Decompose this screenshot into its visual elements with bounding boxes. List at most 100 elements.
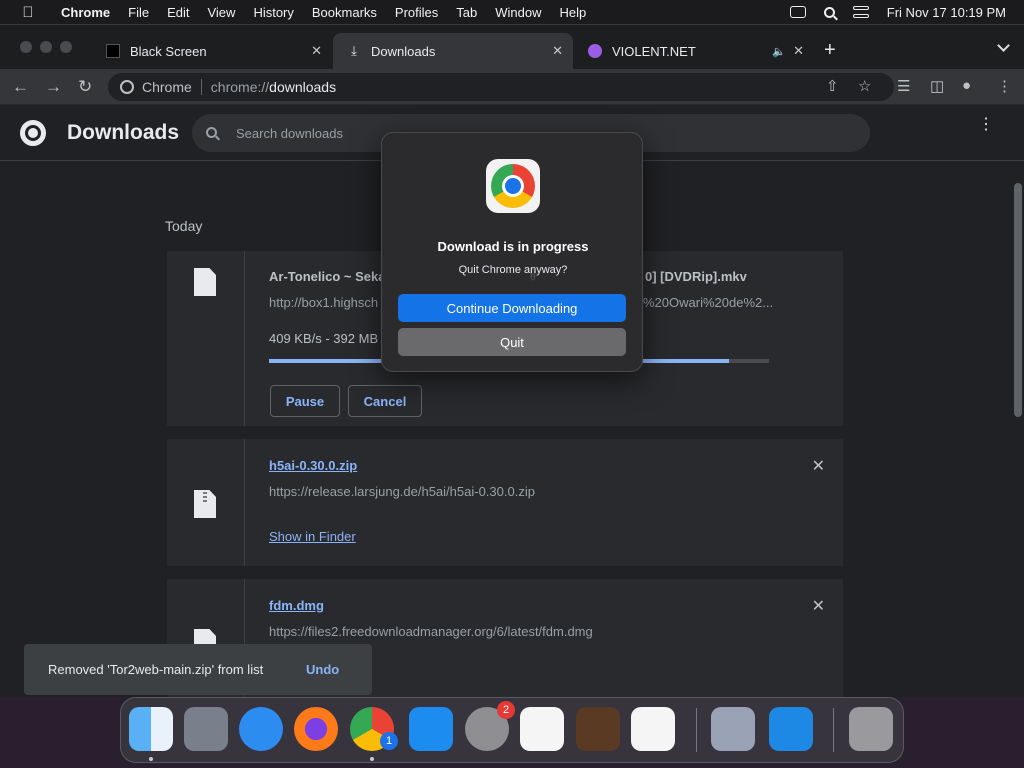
tab-black-screen[interactable]: Black Screen ✕ <box>92 33 332 69</box>
tab-title: Black Screen <box>130 43 207 59</box>
continue-downloading-button[interactable]: Continue Downloading <box>398 294 626 322</box>
cancel-button[interactable]: Cancel <box>348 385 422 417</box>
file-url: http://box1.highsch <box>269 295 379 310</box>
garageband-icon[interactable] <box>576 707 620 751</box>
migration-assistant-icon[interactable] <box>769 707 813 751</box>
profile-avatar-icon[interactable]: ● <box>962 77 971 94</box>
file-icon-column <box>167 251 245 426</box>
menu-clock[interactable]: Fri Nov 17 10:19 PM <box>887 5 1006 20</box>
pause-button[interactable]: Pause <box>270 385 340 417</box>
running-indicator <box>149 757 153 761</box>
menu-profiles[interactable]: Profiles <box>386 5 447 20</box>
removed-toast: Removed 'Tor2web-main.zip' from list Und… <box>24 644 372 695</box>
tab-title: Downloads <box>371 43 436 59</box>
remove-item-close-icon[interactable]: ✕ <box>812 596 825 616</box>
chrome-badge: 1 <box>380 732 398 750</box>
window-controls <box>20 41 72 53</box>
quit-button[interactable]: Quit <box>398 328 626 356</box>
file-name-link[interactable]: fdm.dmg <box>269 598 324 613</box>
speaker-icon[interactable]: 🔈 <box>772 45 786 58</box>
remove-item-close-icon[interactable]: ✕ <box>812 456 825 476</box>
system-preferences-icon[interactable] <box>711 707 755 751</box>
file-url: https://release.larsjung.de/h5ai/h5ai-0.… <box>269 484 535 499</box>
textedit-icon[interactable] <box>520 707 564 751</box>
tab-title: VIOLENT.NET <box>612 43 696 59</box>
firefox-icon[interactable] <box>294 707 338 751</box>
menu-help[interactable]: Help <box>551 5 596 20</box>
menu-file[interactable]: File <box>119 5 158 20</box>
file-name-link[interactable]: h5ai-0.30.0.zip <box>269 458 357 473</box>
tab-downloads[interactable]: ⤓ Downloads ✕ <box>333 33 573 69</box>
file-icon <box>194 268 216 296</box>
new-tab-plus-icon[interactable]: + <box>824 39 836 62</box>
spotlight-search-icon[interactable] <box>823 6 835 18</box>
file-name: Ar-Tonelico ~ Seka <box>269 269 386 284</box>
app-store-icon[interactable] <box>409 707 453 751</box>
share-icon[interactable]: ⇧ <box>826 77 839 95</box>
reading-list-icon[interactable]: ☰ <box>897 77 910 95</box>
launchpad-icon[interactable] <box>184 707 228 751</box>
menu-app-name[interactable]: Chrome <box>52 5 119 20</box>
dock-separator <box>696 708 697 752</box>
close-tab-icon[interactable]: ✕ <box>552 43 563 59</box>
search-icon <box>206 127 217 138</box>
close-tab-icon[interactable]: ✕ <box>311 43 322 59</box>
safari-icon[interactable] <box>239 707 283 751</box>
dialog-message: Quit Chrome anyway? <box>458 264 568 276</box>
quit-confirmation-dialog: Download is in progress Quit Chrome anyw… <box>381 132 643 372</box>
close-window-button[interactable] <box>20 41 32 53</box>
reload-icon[interactable]: ↻ <box>78 77 92 97</box>
minimize-window-button[interactable] <box>40 41 52 53</box>
side-panel-icon[interactable]: ◫ <box>930 77 944 95</box>
download-status: 409 KB/s - 392 MB <box>269 331 379 346</box>
file-url-tail: %20Owari%20de%2... <box>643 295 774 310</box>
toast-message: Removed 'Tor2web-main.zip' from list <box>48 662 264 677</box>
devil-favicon-icon <box>588 44 602 58</box>
menu-tab[interactable]: Tab <box>447 5 486 20</box>
chrome-logo-icon <box>20 120 46 146</box>
page-scrollbar[interactable] <box>1014 183 1022 417</box>
tab-search-chevron-icon[interactable] <box>997 39 1010 52</box>
file-icon-column <box>167 439 245 566</box>
forward-arrow-icon[interactable]: → <box>45 77 62 97</box>
download-icon: ⤓ <box>351 43 357 58</box>
text-cursor-icon: I <box>531 266 535 282</box>
menu-edit[interactable]: Edit <box>158 5 198 20</box>
apple-icon[interactable]:  <box>18 4 38 21</box>
tab-violent-net[interactable]: VIOLENT.NET 🔈 ✕ <box>574 33 814 69</box>
menu-view[interactable]: View <box>198 5 244 20</box>
bookmark-star-icon[interactable]: ☆ <box>858 77 871 95</box>
browser-toolbar: ← → ↻ Chrome chrome:// downloads ⇧ ☆ ☰ ◫… <box>0 69 1024 105</box>
download-item-zip: h5ai-0.30.0.zip https://release.larsjung… <box>167 439 843 566</box>
control-center-icon[interactable] <box>852 6 869 18</box>
zoom-window-button[interactable] <box>60 41 72 53</box>
chrome-app-icon <box>486 159 540 213</box>
vscode-icon[interactable] <box>631 707 675 751</box>
show-in-finder-link[interactable]: Show in Finder <box>269 529 356 544</box>
chrome-site-icon <box>120 80 134 94</box>
url-host: downloads <box>269 79 337 95</box>
page-title: Downloads <box>67 121 180 144</box>
macos-dock: 1 2 <box>120 697 904 763</box>
trash-icon[interactable] <box>849 707 893 751</box>
date-section-label: Today <box>165 218 203 234</box>
url-scheme: chrome:// <box>210 79 270 95</box>
close-tab-icon[interactable]: ✕ <box>793 43 804 59</box>
finder-icon[interactable] <box>129 707 173 751</box>
file-name-tail: 0] [DVDRip].mkv <box>645 269 747 284</box>
tab-favicon-icon <box>106 44 120 58</box>
settings-update-badge: 2 <box>497 701 515 719</box>
running-indicator <box>370 757 374 761</box>
back-arrow-icon[interactable]: ← <box>12 77 29 97</box>
dialog-title: Download is in progress <box>437 239 589 254</box>
address-bar[interactable]: Chrome chrome:// downloads <box>108 73 894 101</box>
undo-button[interactable]: Undo <box>306 662 339 677</box>
menu-window[interactable]: Window <box>486 5 550 20</box>
macos-menu-bar:  Chrome File Edit View History Bookmark… <box>0 0 1024 24</box>
chrome-menu-kebab-icon[interactable]: ⋮ <box>997 77 1012 95</box>
menu-bookmarks[interactable]: Bookmarks <box>303 5 386 20</box>
menu-history[interactable]: History <box>244 5 302 20</box>
screen-mirroring-icon[interactable] <box>789 6 806 18</box>
more-actions-kebab-icon[interactable]: ⋮ <box>978 117 994 133</box>
site-chip: Chrome <box>142 79 202 95</box>
